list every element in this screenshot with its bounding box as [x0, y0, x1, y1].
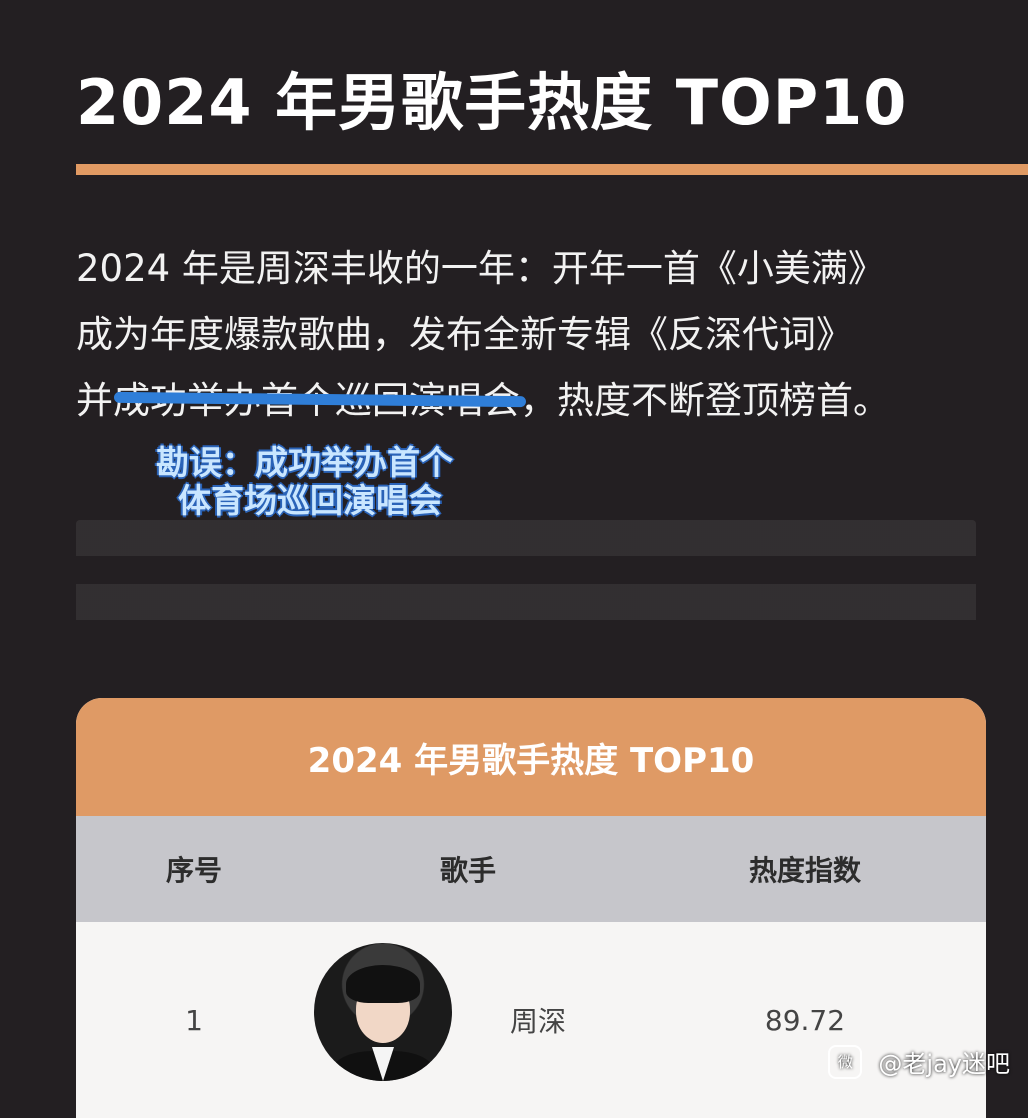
page-title: 2024 年男歌手热度 TOP10 [76, 66, 908, 139]
intro-paragraph: 2024 年是周深丰收的一年：开年一首《小美满》 成为年度爆款歌曲，发布全新专辑… [76, 236, 1006, 434]
row-rank: 1 [185, 1003, 203, 1037]
watermark-text: @老jay迷吧 [878, 1050, 1010, 1078]
faded-text-block [76, 520, 976, 630]
row-singer-cell: 周深 [312, 922, 624, 1118]
avatar [314, 943, 452, 1081]
title-divider [76, 164, 1028, 175]
table-header-row: 序号 歌手 热度指数 [76, 816, 986, 922]
correction-line-2: 体育场巡回演唱会 [178, 481, 442, 520]
table-row: 1 周深 89.72 [76, 922, 986, 1118]
correction-line-1: 勘误：成功举办首个 [156, 443, 453, 482]
avatar-hair [346, 965, 420, 1003]
intro-line-3-suffix: ，热度不断登顶榜首。 [520, 379, 890, 422]
weibo-icon: 微 [828, 1044, 863, 1079]
intro-line-3: 并成功举办首个巡回演唱会，热度不断登顶榜首。 [76, 368, 1006, 434]
intro-line-3-prefix: 并 [76, 379, 113, 422]
weibo-watermark: 微 @老jay迷吧 [828, 1044, 1010, 1079]
header-rank: 序号 [165, 854, 222, 887]
intro-line-1: 2024 年是周深丰收的一年：开年一首《小美满》 [76, 247, 885, 290]
row-heat-index: 89.72 [764, 1003, 846, 1037]
table-title: 2024 年男歌手热度 TOP10 [76, 698, 986, 816]
row-singer-name: 周深 [510, 1005, 567, 1038]
struck-text-wrapper: 并成功举办首个巡回演唱会 [76, 368, 527, 434]
header-heat-index: 热度指数 [748, 854, 861, 887]
intro-line-2: 成为年度爆款歌曲，发布全新专辑《反深代词》 [76, 313, 853, 356]
correction-note: 勘误：成功举办首个 体育场巡回演唱会 [156, 444, 453, 520]
header-singer: 歌手 [439, 854, 496, 887]
